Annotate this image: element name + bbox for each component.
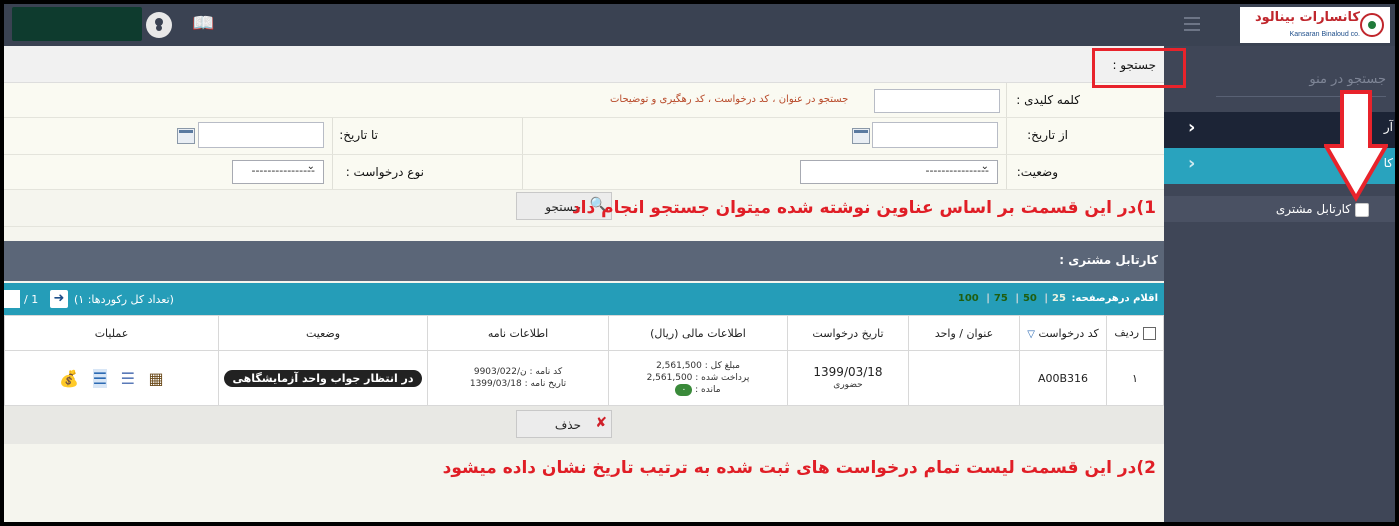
status-badge: در انتظار جواب واحد آزمایشگاهی [224,369,422,387]
keyword-row: کلمه کلیدی : جستجو در عنوان ، کد درخواست… [4,83,1164,118]
table-row[interactable]: ۱ A00B316 1399/03/18 حضوری مبلغ کل : 2,5… [4,350,1164,406]
brand-mark-icon [1360,13,1384,37]
brand-logo: کانسارات بینالود Kansaran Binaloud co. [1240,7,1390,43]
per-page-label: اقلام درهرصفحه: [1071,293,1158,304]
to-date-input[interactable] [198,122,324,148]
request-type-select[interactable]: ---------------- ⌄ [232,160,324,184]
col-date[interactable]: تاریخ درخواست [787,315,909,351]
close-icon: ✘ [595,415,607,431]
sidebar-item-label: کارتابل مشتری [1275,202,1351,216]
row-date-sub: حضوری [833,380,863,390]
annotation-2: 2)در این قسمت لیست تمام درخواست های ثبت … [442,458,1156,478]
per-page-75[interactable]: 75 [994,293,1008,304]
row-index: ۱ [1106,350,1164,406]
brand-name: کانسارات بینالود [1254,10,1360,25]
row-status: در انتظار جواب واحد آزمایشگاهی [218,350,428,406]
request-type-label: نوع درخواست : [345,165,424,179]
letter-code: کد نامه : ن/9903/022 [473,367,563,377]
filter-row: وضعیت: ---------------- ⌄ نوع درخواست : … [4,155,1164,190]
table-footer: ✘ حذف [4,406,1164,444]
per-page-selector: اقلام درهرصفحه: 25| 50| 75| 100 [957,293,1158,304]
keyword-hint: جستجو در عنوان ، کد درخواست ، کد رهگیری … [610,94,849,105]
per-page-50[interactable]: 50 [1023,293,1037,304]
search-header: جستجو : [4,46,1164,83]
col-operations: عملیات [4,315,219,351]
page-count: / 1 [24,293,39,306]
cartable-title: کارتابل مشتری : [1059,253,1158,267]
status-select[interactable]: ---------------- ⌄ [800,160,998,184]
calendar-icon[interactable] [177,128,195,144]
per-page-100[interactable]: 100 [958,293,979,304]
from-date-input[interactable] [872,122,998,148]
fin-remain-row: مانده : ۰ [609,384,787,396]
row-title [908,350,1020,406]
fin-paid: پرداخت شده : 2,561,500 [646,373,750,383]
user-logo [12,7,142,41]
keyword-input[interactable] [874,89,1000,113]
sidebar-item-checkbox[interactable] [1355,203,1369,217]
fin-total: مبلغ کل : 2,561,500 [656,361,740,371]
highlight-box [1092,48,1186,88]
col-status[interactable]: وضعیت [218,315,428,351]
list-icon[interactable]: ☰ [121,369,135,388]
row-letter: کد نامه : ن/9903/022 تاریخ نامه : 1399/0… [427,350,609,406]
row-financial: مبلغ کل : 2,561,500 پرداخت شده : 2,561,5… [608,350,788,406]
total-records: (تعداد کل رکوردها: ۱) [74,293,174,306]
row-date: 1399/03/18 [813,365,883,379]
next-page-icon[interactable]: ➜ [50,290,68,308]
keyword-label: کلمه کلیدی : [1016,93,1080,107]
col-letter[interactable]: اطلاعات نامه [427,315,609,351]
letter-date: تاریخ نامه : 1399/03/18 [469,379,567,389]
sort-down-icon[interactable]: ▽ [1027,329,1035,340]
fin-remain-label: مانده : [695,385,721,395]
chevron-down-icon: ⌄ [980,161,989,172]
cartable-header: کارتابل مشتری : [4,241,1164,281]
col-code[interactable]: کد درخواست ▽ [1019,315,1107,351]
fin-remain-badge: ۰ [675,384,693,396]
to-date-label: تا تاریخ: [339,128,378,142]
row-code[interactable]: A00B316 [1019,350,1107,406]
delete-button[interactable]: ✘ حذف [516,410,612,438]
top-bar: 📖 کانسارات بینالود Kansaran Binaloud co. [4,4,1395,46]
menu-toggle-icon[interactable] [1184,17,1200,31]
book-icon[interactable]: 📖 [192,14,214,34]
down-arrow-icon [1324,90,1388,202]
invoice-icon[interactable]: 💰 [59,369,79,388]
requests-table: ردیف کد درخواست ▽ عنوان / واحد تاریخ درخ… [4,315,1164,406]
pager-bar: اقلام درهرصفحه: 25| 50| 75| 100 (تعداد ک… [4,283,1164,315]
per-page-25[interactable]: 25 [1052,293,1066,304]
chevron-down-icon: ⌄ [306,161,315,172]
detail-list-icon[interactable]: ☰ [92,368,108,388]
row-date-cell: 1399/03/18 حضوری [787,350,909,406]
status-label: وضعیت: [1016,165,1058,179]
col-financial[interactable]: اطلاعات مالی (ریال) [608,315,788,351]
date-row: از تاریخ: تا تاریخ: [4,118,1164,155]
page-number-input[interactable] [4,290,20,308]
row-operations: ▦ ☰ ☰ 💰 [4,350,219,406]
app-window: 📖 کانسارات بینالود Kansaran Binaloud co.… [4,4,1395,522]
brand-subtitle: Kansaran Binaloud co. [1289,31,1360,38]
annotation-1: 1)در این قسمت بر اساس عناوین نوشته شده م… [571,198,1156,218]
profile-icon[interactable] [146,12,172,38]
table-header-row: ردیف کد درخواست ▽ عنوان / واحد تاریخ درخ… [4,315,1164,351]
delete-button-label: حذف [554,418,581,432]
from-date-label: از تاریخ: [1027,128,1068,142]
col-title[interactable]: عنوان / واحد [908,315,1020,351]
chevron-right-icon: › [1188,117,1196,138]
select-all-checkbox[interactable] [1142,326,1156,340]
calendar-icon[interactable] [852,128,870,144]
col-index[interactable]: ردیف [1106,315,1164,351]
chevron-right-icon: › [1188,153,1196,174]
main-content: جستجو : کلمه کلیدی : جستجو در عنوان ، کد… [4,46,1164,522]
details-grid-icon[interactable]: ▦ [148,369,163,388]
